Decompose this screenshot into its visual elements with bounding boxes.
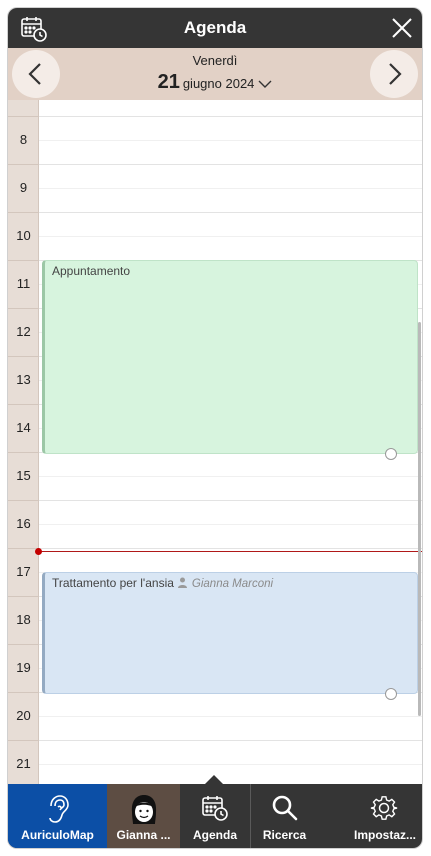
search-icon xyxy=(272,795,297,821)
tab-agenda[interactable]: Agenda xyxy=(180,784,250,848)
date-bar: Venerdì 21 giugno 2024 xyxy=(8,48,422,100)
close-icon[interactable] xyxy=(391,17,413,39)
hour-label: 17 xyxy=(16,564,31,579)
day-schedule-grid[interactable]: 8 9 10 11 12 13 14 15 16 17 18 19 20 21 Appuntamento … xyxy=(8,100,422,784)
half-hour-line xyxy=(39,236,422,237)
weekday-label: Venerdì xyxy=(192,53,238,68)
chevron-down-icon xyxy=(258,80,272,88)
hour-label: 12 xyxy=(16,324,31,339)
page-title: Agenda xyxy=(183,18,247,37)
scrollbar[interactable] xyxy=(418,322,421,716)
hour-tick xyxy=(8,212,39,213)
chevron-right-icon xyxy=(389,63,402,85)
active-tab-pointer xyxy=(205,775,223,784)
day-number: 21 xyxy=(157,71,180,93)
hour-tick xyxy=(8,500,39,501)
next-day-button[interactable] xyxy=(370,50,418,98)
hour-line xyxy=(39,212,422,213)
half-hour-line xyxy=(39,140,422,141)
hour-tick xyxy=(8,644,39,645)
event-patient: Gianna Marconi xyxy=(191,578,274,590)
tab-bar: AuriculoMap Gianna ... Agenda Ricerca Im… xyxy=(8,775,422,848)
hour-line xyxy=(39,548,422,549)
half-hour-line xyxy=(39,716,422,717)
tab-patient[interactable]: Gianna ... xyxy=(107,784,180,848)
hour-tick xyxy=(8,404,39,405)
hour-label: 19 xyxy=(16,660,31,675)
header-bar: Agenda xyxy=(8,8,422,48)
tab-label: AuriculoMap xyxy=(21,828,94,842)
current-time-line xyxy=(39,551,422,552)
hours-column xyxy=(8,100,39,784)
hour-tick xyxy=(8,548,39,549)
event-title: Appuntamento xyxy=(52,264,131,278)
hour-line xyxy=(39,116,422,117)
month-year-label: giugno 2024 xyxy=(182,76,255,91)
hour-label: 13 xyxy=(16,372,31,387)
hour-tick xyxy=(8,740,39,741)
appointment-event[interactable]: Appuntamento xyxy=(42,260,418,460)
date-selector[interactable]: Venerdì 21 giugno 2024 xyxy=(8,53,422,94)
tab-label: Gianna ... xyxy=(116,828,171,842)
half-hour-line xyxy=(39,764,422,765)
hour-tick xyxy=(8,116,39,117)
hour-line xyxy=(39,500,422,501)
hour-label: 18 xyxy=(16,612,31,627)
hour-label: 14 xyxy=(16,420,31,435)
person-icon xyxy=(177,577,187,588)
hour-line xyxy=(39,740,422,741)
hour-tick xyxy=(8,260,39,261)
tab-search[interactable]: Ricerca xyxy=(250,784,318,848)
half-hour-line xyxy=(39,188,422,189)
hour-tick xyxy=(8,596,39,597)
half-hour-line xyxy=(39,524,422,525)
resize-handle[interactable] xyxy=(385,688,397,700)
ear-icon xyxy=(48,795,69,823)
hour-tick xyxy=(8,308,39,309)
hour-tick xyxy=(8,164,39,165)
tab-label: Ricerca xyxy=(262,828,307,842)
current-time-dot xyxy=(35,548,42,555)
calendar-clock-icon xyxy=(202,796,228,821)
tab-label: Agenda xyxy=(192,828,237,842)
hour-label: 15 xyxy=(16,468,31,483)
hour-line xyxy=(39,164,422,165)
treatment-event[interactable]: Trattamento per l'ansia Gianna Marconi xyxy=(42,572,418,700)
event-title: Trattamento per l'ansia xyxy=(52,576,174,590)
hour-label: 8 xyxy=(19,132,28,147)
hour-label: 21 xyxy=(16,756,31,771)
avatar-icon xyxy=(131,795,156,824)
resize-handle[interactable] xyxy=(385,448,397,460)
hour-label: 16 xyxy=(16,516,31,531)
tab-settings[interactable]: Impostaz... xyxy=(318,784,422,848)
hour-tick xyxy=(8,692,39,693)
hour-label: 9 xyxy=(19,180,28,195)
tab-label: Impostaz... xyxy=(353,828,416,842)
agenda-window: Agenda Venerdì 21 giugno 2024 8 9 10 11 12 13 1… xyxy=(8,8,422,848)
hour-label: 20 xyxy=(16,708,31,723)
hour-label: 11 xyxy=(16,276,31,291)
hour-label: 10 xyxy=(16,228,31,243)
half-hour-line xyxy=(39,476,422,477)
hour-tick xyxy=(8,452,39,453)
hour-tick xyxy=(8,356,39,357)
gear-icon xyxy=(370,796,398,820)
tab-auriculomap[interactable]: AuriculoMap xyxy=(8,784,107,848)
